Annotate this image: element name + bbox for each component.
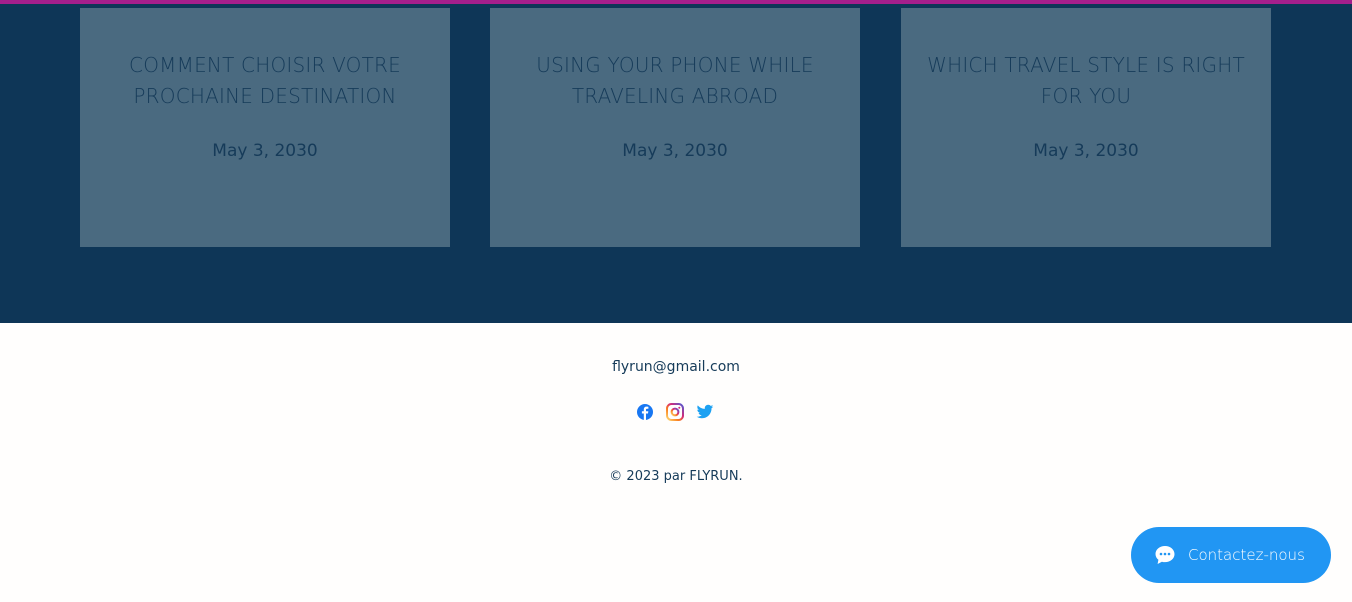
instagram-icon[interactable] (666, 403, 684, 421)
post-date: May 3, 2030 (622, 141, 728, 161)
contact-chat-label: Contactez-nous (1188, 546, 1305, 564)
contact-chat-button[interactable]: Contactez-nous (1131, 527, 1331, 583)
post-date: May 3, 2030 (1033, 141, 1139, 161)
post-title[interactable]: COMMENT CHOISIR VOTRE PROCHAINE DESTINAT… (100, 50, 430, 112)
recent-posts-section: COMMENT CHOISIR VOTRE PROCHAINE DESTINAT… (0, 4, 1352, 323)
facebook-icon[interactable] (636, 403, 654, 421)
blog-post-card[interactable]: WHICH TRAVEL STYLE IS RIGHT FOR YOU May … (901, 8, 1271, 247)
contact-email-link[interactable]: flyrun@gmail.com (0, 359, 1352, 375)
twitter-icon[interactable] (696, 403, 714, 421)
copyright-text: © 2023 par FLYRUN. (609, 469, 743, 484)
social-bar (636, 403, 714, 421)
post-title[interactable]: WHICH TRAVEL STYLE IS RIGHT FOR YOU (921, 50, 1251, 112)
chat-bubble-icon (1153, 543, 1177, 567)
blog-post-card[interactable]: COMMENT CHOISIR VOTRE PROCHAINE DESTINAT… (80, 8, 450, 247)
blog-post-card[interactable]: USING YOUR PHONE WHILE TRAVELING ABROAD … (490, 8, 860, 247)
post-date: May 3, 2030 (212, 141, 318, 161)
post-title[interactable]: USING YOUR PHONE WHILE TRAVELING ABROAD (510, 50, 840, 112)
